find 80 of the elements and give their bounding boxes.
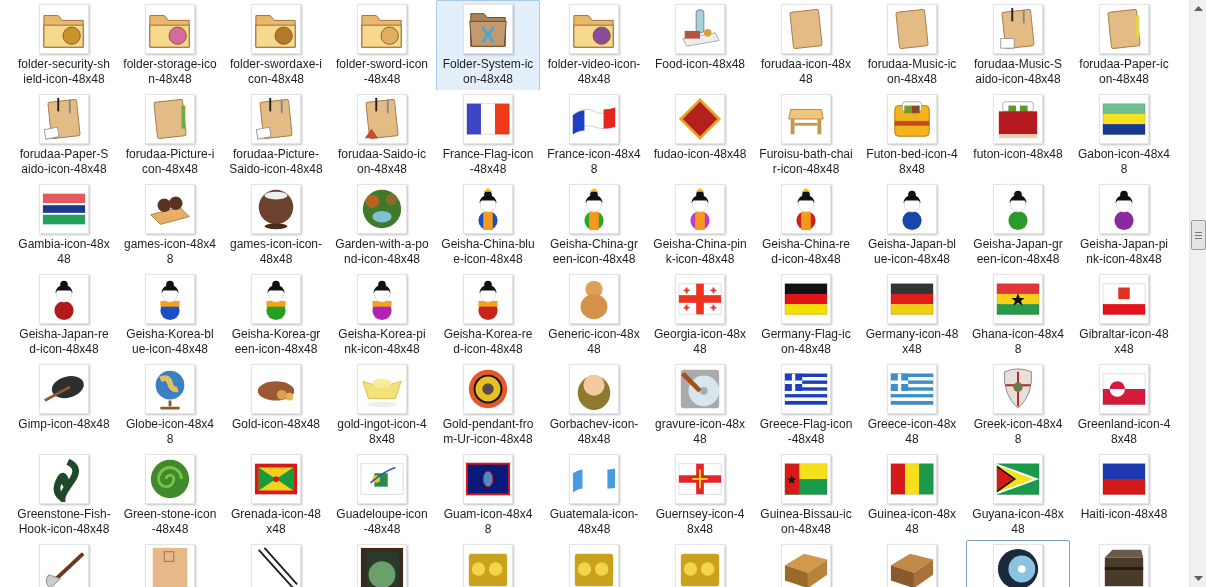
flag-icon bbox=[887, 454, 937, 504]
doll-icon bbox=[781, 184, 831, 234]
chest-icon bbox=[1099, 544, 1149, 587]
scroll-down-icon[interactable] bbox=[1193, 576, 1203, 581]
spiral-icon bbox=[145, 454, 195, 504]
doll-icon bbox=[463, 184, 513, 234]
wooden-folder-icon bbox=[993, 4, 1043, 54]
hook-icon bbox=[39, 454, 89, 504]
wooden-folder-icon bbox=[887, 4, 937, 54]
flag-icon bbox=[781, 454, 831, 504]
doll-icon bbox=[1099, 184, 1149, 234]
flag-icon bbox=[463, 454, 513, 504]
doll-icon bbox=[887, 184, 937, 234]
bed-icon bbox=[993, 94, 1043, 144]
scrollbar-thumb[interactable] bbox=[1190, 220, 1206, 250]
flag-icon bbox=[781, 364, 831, 414]
flag-icon bbox=[1099, 454, 1149, 504]
flag-icon bbox=[1099, 274, 1149, 324]
wooden-folder-icon bbox=[1099, 4, 1149, 54]
doll-icon bbox=[463, 274, 513, 324]
flag-icon bbox=[993, 274, 1043, 324]
flag-icon bbox=[251, 454, 301, 504]
stool-icon bbox=[781, 94, 831, 144]
flag-icon bbox=[993, 454, 1043, 504]
folder-icon bbox=[357, 4, 407, 54]
flag-icon bbox=[357, 454, 407, 504]
box-icon bbox=[675, 544, 725, 587]
doll-icon bbox=[145, 274, 195, 324]
doll-icon bbox=[39, 274, 89, 324]
flag-icon bbox=[569, 454, 619, 504]
flag-icon bbox=[569, 94, 619, 144]
nuggets-icon bbox=[251, 364, 301, 414]
box-icon bbox=[781, 544, 831, 587]
folder-icon bbox=[145, 4, 195, 54]
wooden-folder-icon bbox=[781, 4, 831, 54]
bed-icon bbox=[887, 94, 937, 144]
food-icon bbox=[675, 4, 725, 54]
shield-icon bbox=[993, 364, 1043, 414]
folder-icon bbox=[569, 4, 619, 54]
folder-icon bbox=[251, 4, 301, 54]
box-icon bbox=[887, 544, 937, 587]
doll-icon bbox=[675, 184, 725, 234]
wooden-folder-icon bbox=[145, 94, 195, 144]
wooden-folder-icon bbox=[357, 94, 407, 144]
diamond-sign-icon bbox=[675, 94, 725, 144]
flag-icon bbox=[887, 364, 937, 414]
doll-icon bbox=[251, 274, 301, 324]
bowl-icon bbox=[251, 184, 301, 234]
box-icon bbox=[463, 544, 513, 587]
wooden-folder-icon bbox=[251, 94, 301, 144]
flag-icon bbox=[1099, 94, 1149, 144]
globe-icon bbox=[145, 364, 195, 414]
chopsticks-icon bbox=[251, 544, 301, 587]
board-icon bbox=[145, 544, 195, 587]
ingot-icon bbox=[357, 364, 407, 414]
folder-icon bbox=[39, 4, 89, 54]
doll-icon bbox=[993, 184, 1043, 234]
flag-icon bbox=[675, 454, 725, 504]
flag-icon bbox=[39, 184, 89, 234]
box-icon bbox=[569, 544, 619, 587]
flag-icon bbox=[463, 94, 513, 144]
flag-icon bbox=[887, 274, 937, 324]
axe-icon bbox=[39, 544, 89, 587]
flag-icon bbox=[675, 274, 725, 324]
doll-icon bbox=[569, 184, 619, 234]
gourd-icon bbox=[569, 274, 619, 324]
scrollbar[interactable] bbox=[1189, 0, 1206, 587]
garden-icon bbox=[357, 184, 407, 234]
doll-icon bbox=[569, 364, 619, 414]
game-board-icon bbox=[145, 184, 195, 234]
folder-icon bbox=[463, 4, 513, 54]
scroll-up-icon[interactable] bbox=[1193, 6, 1203, 11]
file-item[interactable]: Folder-System-icon-48x48 bbox=[436, 0, 540, 91]
pendant-icon bbox=[463, 364, 513, 414]
instrument-icon bbox=[39, 364, 89, 414]
flag-icon bbox=[781, 274, 831, 324]
flag-icon bbox=[1099, 364, 1149, 414]
wooden-folder-icon bbox=[39, 94, 89, 144]
frame-icon bbox=[357, 544, 407, 587]
doll-icon bbox=[357, 274, 407, 324]
